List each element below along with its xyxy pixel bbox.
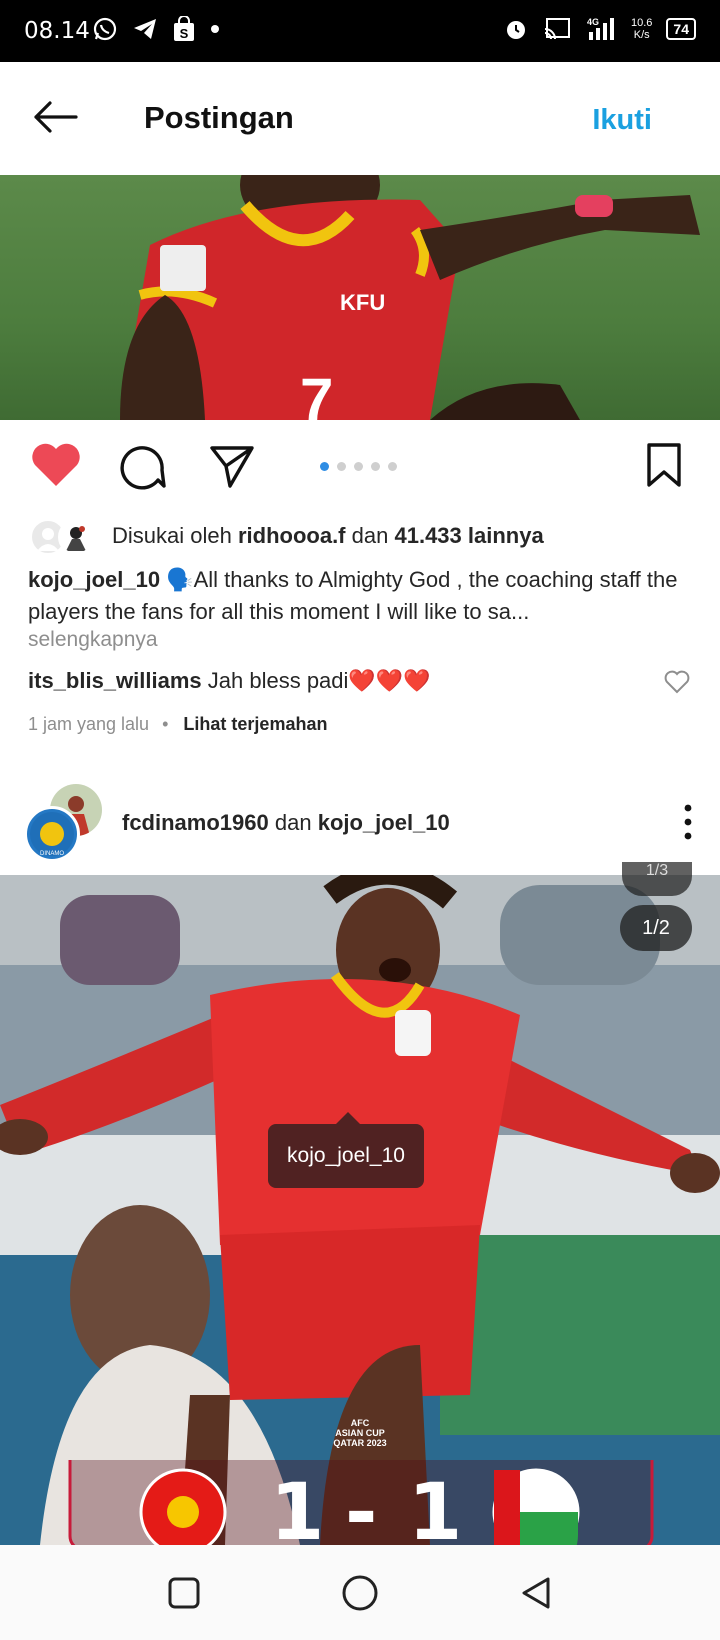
caption-emoji: 🗣️ [166,567,194,592]
likes-count[interactable]: 41.433 lainnya [394,523,543,548]
heart-icon[interactable] [664,670,690,694]
carousel-dot [337,462,346,471]
cast-icon [544,18,570,40]
share-icon[interactable] [208,442,256,490]
svg-text:7: 7 [300,366,333,420]
network-speed: 10.6 K/s [631,17,653,41]
carousel-dot [388,462,397,471]
likes-text: Disukai oleh ridhoooa.f dan 41.433 lainn… [112,523,544,548]
notification-dot-icon [211,25,219,33]
follow-button[interactable]: Ikuti [592,104,652,137]
author-username[interactable]: kojo_joel_10 [318,810,450,835]
author-username[interactable]: fcdinamo1960 [122,810,269,835]
top-bar: Postingan Ikuti [0,62,720,175]
bookmark-icon[interactable] [644,442,684,488]
telegram-icon [134,19,156,39]
liker-avatars [30,517,100,555]
signal-icon: 4G [587,17,614,40]
player-photo: KFU 7 [120,175,700,420]
comment-icon[interactable] [118,442,166,490]
post-header: DINAMO fcdinamo1960 dan kojo_joel_10 [0,780,720,875]
post-actions [0,420,720,510]
carousel-counter-ghost: 1/3 [622,862,692,896]
club-logo-avatar[interactable]: DINAMO [24,806,80,862]
likes-summary[interactable]: Disukai oleh ridhoooa.f dan 41.433 lainn… [30,516,544,556]
see-more-link[interactable]: selengkapnya [28,628,158,652]
post-image[interactable]: KFU 7 [0,175,720,420]
carousel-dots [320,462,397,471]
liker-username[interactable]: ridhoooa.f [238,523,346,548]
comment-author[interactable]: its_blis_williams [28,668,202,693]
more-vertical-icon[interactable] [678,802,698,842]
comment-preview[interactable]: its_blis_williams Jah bless padi❤️❤️❤️ [28,668,431,694]
svg-text:4G: 4G [587,17,599,27]
caption-author[interactable]: kojo_joel_10 [28,567,160,592]
system-nav-bar [0,1545,720,1640]
status-bar: 08.14 S 4G 10.6 K/s 74 [0,0,720,62]
recent-apps-icon[interactable] [166,1575,202,1611]
tournament-logo: AFC ASIAN CUP QATAR 2023 [333,1418,387,1448]
translate-link[interactable]: Lihat terjemahan [183,714,327,734]
carousel-dot [371,462,380,471]
heart-icon[interactable] [30,442,82,488]
user-tag[interactable]: kojo_joel_10 [268,1124,424,1188]
meta-separator: • [162,714,169,734]
carousel-counter: 1/2 [620,905,692,951]
avatar [58,519,94,555]
back-arrow-icon[interactable] [30,97,80,137]
status-time: 08.14 [24,18,90,44]
svg-text:DINAMO: DINAMO [40,851,64,857]
svg-text:S: S [180,26,189,41]
tag-pointer [336,1112,360,1124]
post-caption: kojo_joel_10 🗣️All thanks to Almighty Go… [28,564,698,628]
home-icon[interactable] [340,1575,380,1615]
battery-indicator: 74 [666,18,696,40]
back-nav-icon[interactable] [518,1575,554,1611]
whatsapp-icon [93,17,117,41]
alarm-icon [507,21,525,39]
post-authors: fcdinamo1960 dan kojo_joel_10 [122,810,450,835]
carousel-dot [320,462,329,471]
svg-text:KFU: KFU [340,290,385,315]
carousel-dot [354,462,363,471]
comment-text: Jah bless padi❤️❤️❤️ [207,668,431,693]
page-title: Postingan [144,100,294,135]
timestamp: 1 jam yang lalu [28,714,150,734]
shop-icon: S [174,16,194,41]
post-meta: 1 jam yang lalu • Lihat terjemahan [28,714,327,735]
